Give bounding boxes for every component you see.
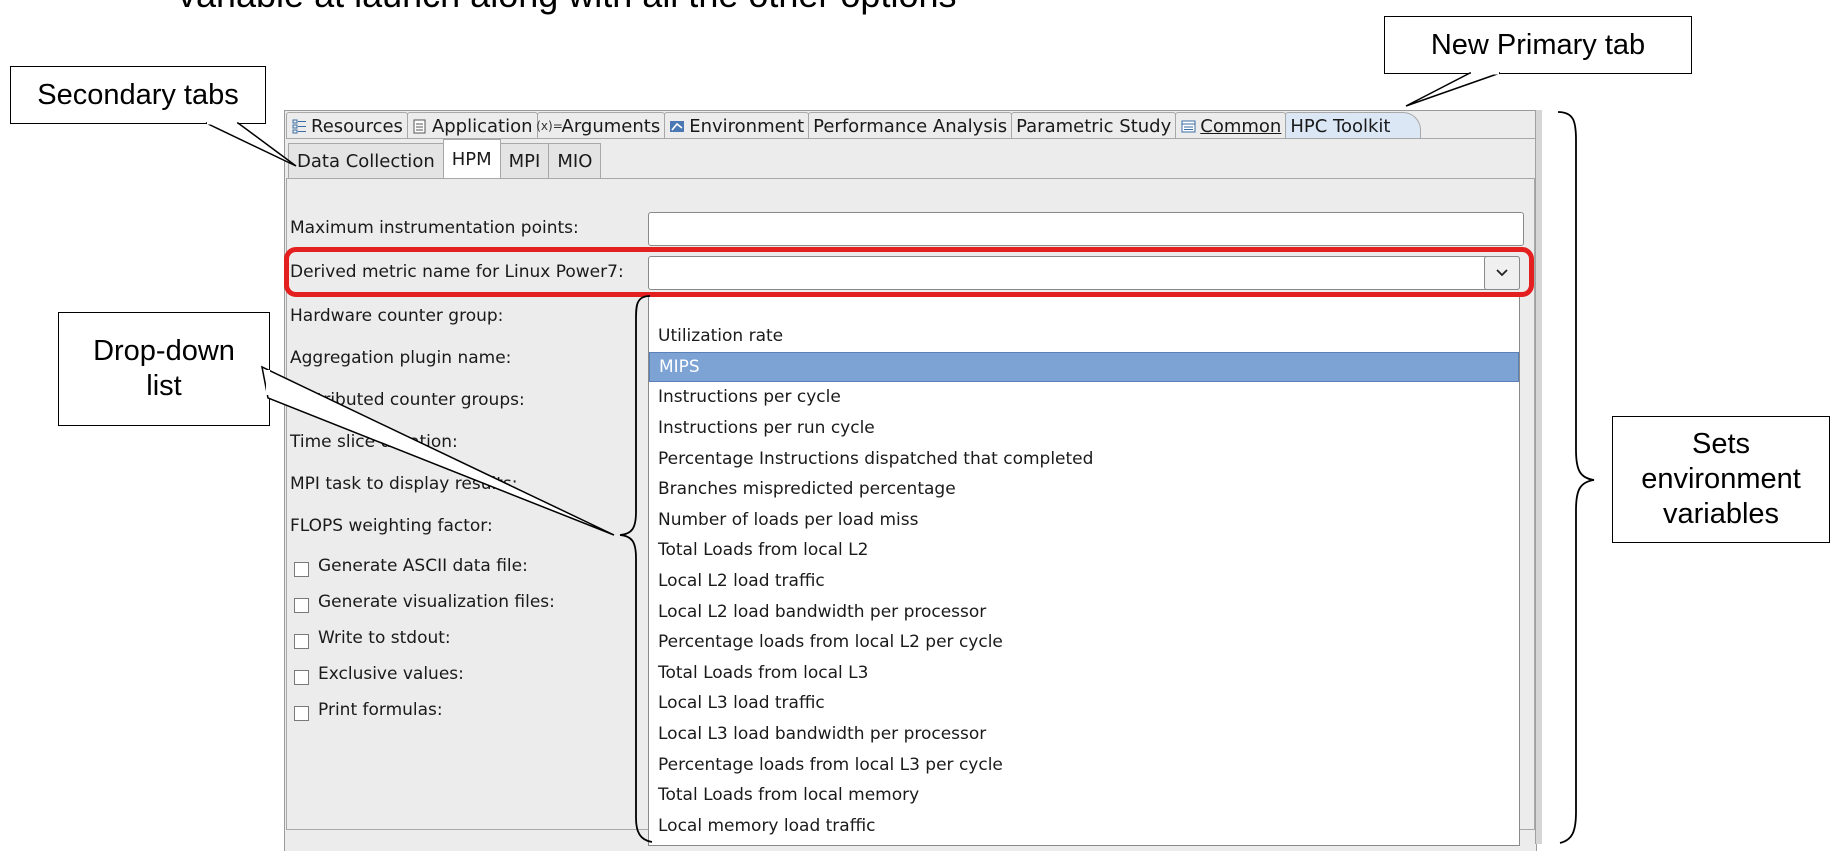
tab-mio[interactable]: MIO [548, 143, 602, 178]
dropdown-item[interactable]: Utilization rate [649, 321, 1519, 352]
gen-ascii-label: Generate ASCII data file: [318, 556, 528, 576]
dropdown-item[interactable]: Total Loads from local L3 [649, 658, 1519, 689]
time-slice-label: Time slice duration: [290, 432, 458, 452]
gen-ascii-checkbox[interactable] [294, 562, 309, 577]
exclusive-checkbox[interactable] [294, 670, 309, 685]
tab-performance-analysis[interactable]: Performance Analysis [808, 112, 1013, 139]
secondary-tabs-pointer [205, 122, 297, 167]
tab-parametric-study[interactable]: Parametric Study [1011, 112, 1177, 139]
callout-secondary-tabs: Secondary tabs [10, 66, 266, 124]
tab-label: Common [1200, 115, 1282, 137]
callout-text: Drop-down [93, 335, 235, 368]
dropdown-item[interactable]: Number of loads per load miss [649, 505, 1519, 536]
tab-label: Application [431, 115, 533, 137]
max-points-label: Maximum instrumentation points: [290, 218, 579, 238]
tab-label: Performance Analysis [813, 115, 1008, 137]
dropdown-item[interactable]: Local memory load traffic [649, 811, 1519, 842]
tab-resources[interactable]: Resources [286, 112, 408, 139]
flops-label: FLOPS weighting factor: [290, 516, 493, 536]
tab-mpi[interactable]: MPI [499, 143, 550, 178]
callout-text: variables [1662, 497, 1780, 530]
aggregation-label: Aggregation plugin name: [290, 348, 512, 368]
secondary-tab-bar: Data Collection HPM MPI MIO [288, 139, 602, 179]
dropdown-item[interactable]: Total Loads from local memory [649, 780, 1519, 811]
new-primary-tab-pointer [1405, 72, 1501, 107]
dropdown-item[interactable]: Branches mispredicted percentage [649, 474, 1519, 505]
tab-label: HPC Toolkit [1290, 115, 1391, 137]
dropdown-item[interactable]: Local L3 load bandwidth per processor [649, 719, 1519, 750]
slide-heading-fragment: variable at launch along with all the ot… [178, 0, 957, 16]
callout-text: New Primary tab [1430, 28, 1646, 61]
write-stdout-label: Write to stdout: [318, 628, 451, 648]
dropdown-item[interactable]: Percentage loads from local L3 per cycle [649, 749, 1519, 780]
callout-text: Secondary tabs [37, 78, 239, 111]
print-formulas-checkbox[interactable] [294, 706, 309, 721]
max-points-input[interactable] [648, 212, 1524, 246]
dropdown-item[interactable]: Percentage loads from local L2 per cycle [649, 627, 1519, 658]
resources-icon [291, 118, 307, 134]
print-formulas-label: Print formulas: [318, 700, 443, 720]
dropdown-blank-row [649, 297, 1519, 321]
dropdown-item[interactable]: Instructions per cycle [649, 382, 1519, 413]
tab-arguments[interactable]: (x)= Arguments [536, 112, 666, 139]
tab-label: Parametric Study [1016, 115, 1172, 137]
common-icon [1180, 118, 1196, 134]
tab-label: MPI [508, 150, 541, 172]
hw-counter-label: Hardware counter group: [290, 306, 504, 326]
tab-label: MIO [557, 150, 593, 172]
tab-common[interactable]: Common [1175, 112, 1287, 139]
tab-hpc-toolkit[interactable]: HPC Toolkit [1285, 112, 1422, 139]
callout-new-primary-tab: New Primary tab [1384, 16, 1692, 74]
callout-text: environment [1641, 463, 1801, 496]
callout-drop-down-list: Drop-down list [58, 312, 270, 426]
dropdown-item[interactable]: Total Loads from local L2 [649, 535, 1519, 566]
dropdown-item[interactable]: Instructions per run cycle [649, 413, 1519, 444]
environment-icon [669, 118, 685, 134]
metric-dropdown-list[interactable]: Utilization rate MIPS Instructions per c… [648, 296, 1520, 846]
exclusive-label: Exclusive values: [318, 664, 464, 684]
dropdown-item[interactable]: Local L3 load traffic [649, 688, 1519, 719]
highlight-box [284, 247, 1534, 297]
tab-label: Environment [689, 115, 805, 137]
document-icon [412, 118, 428, 134]
dropdown-item[interactable]: Local L2 load traffic [649, 566, 1519, 597]
callout-sets-env-vars: Sets environment variables [1612, 416, 1830, 543]
mpi-task-label: MPI task to display results: [290, 474, 518, 494]
dropdown-item[interactable]: Percentage Instructions dispatched that … [649, 443, 1519, 474]
tab-hpm[interactable]: HPM [442, 139, 501, 178]
dropdown-item-selected[interactable]: MIPS [649, 351, 1519, 383]
dropdown-item[interactable]: Local L2 load bandwidth per processor [649, 596, 1519, 627]
arguments-icon: (x)= [536, 119, 563, 133]
tab-application[interactable]: Application [406, 112, 538, 139]
gen-vis-label: Generate visualization files: [318, 592, 555, 612]
tab-label: Data Collection [297, 150, 435, 172]
tab-label: Resources [311, 115, 403, 137]
distributed-label: Distributed counter groups: [290, 390, 525, 410]
tab-environment[interactable]: Environment [664, 112, 810, 139]
write-stdout-checkbox[interactable] [294, 634, 309, 649]
tab-label: HPM [451, 148, 492, 170]
tab-label: Arguments [561, 115, 661, 137]
dialog-scrollbar[interactable] [1535, 110, 1542, 844]
tab-data-collection[interactable]: Data Collection [288, 143, 444, 178]
environment-brace [1557, 111, 1595, 844]
gen-vis-checkbox[interactable] [294, 598, 309, 613]
primary-tab-bar: Resources Application (x)= Arguments Env… [286, 112, 1422, 140]
callout-text: list [146, 370, 182, 402]
callout-text: Sets [1691, 428, 1751, 461]
